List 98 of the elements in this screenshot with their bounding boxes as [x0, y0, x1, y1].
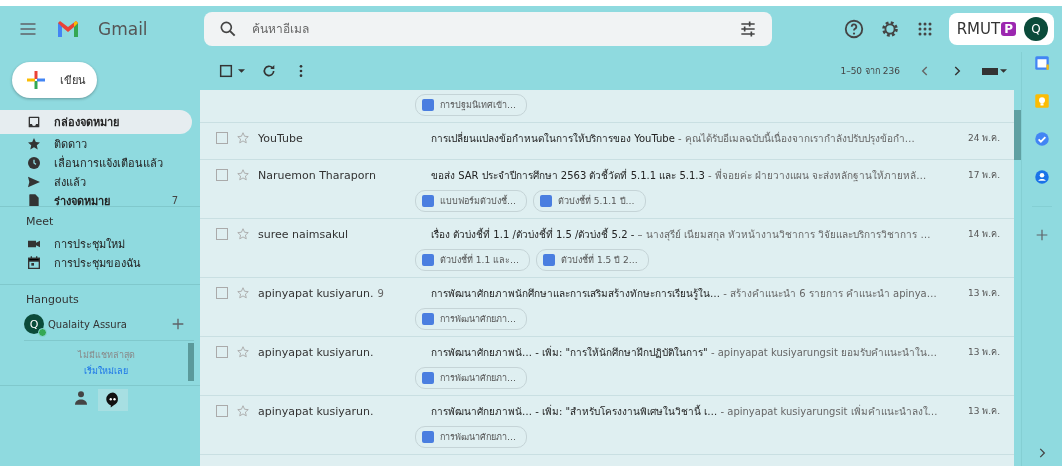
help-icon[interactable] [842, 18, 865, 40]
organization-logo: RMUT P [956, 20, 1016, 38]
attachment-chip[interactable]: ตัวบ่งชี้ที่ 5.1.1 ปี… [533, 190, 646, 212]
attachment-chip[interactable]: การปฐมนิเทศเข้า… [415, 94, 527, 116]
search-bar[interactable]: ค้นหาอีเมล [204, 12, 772, 46]
avatar[interactable]: Q [24, 314, 44, 334]
email-date: 13 พ.ค. [966, 346, 1001, 359]
row-checkbox[interactable] [216, 169, 228, 181]
email-date: 24 พ.ค. [966, 132, 1001, 145]
person-circle-icon[interactable] [1033, 168, 1051, 186]
word-document-icon [422, 431, 434, 443]
input-tools-button[interactable] [982, 67, 1007, 75]
calendar-icon [26, 254, 42, 271]
email-snippet: - apinyapat kusiyarungsit ยอมรับคำแนะนำใน… [709, 346, 937, 358]
email-subject: การเปลี่ยนแปลงข้อกำหนดในการให้บริการของ YouTube [431, 132, 675, 144]
app-name: Gmail [98, 19, 148, 39]
star-icon[interactable] [236, 131, 250, 145]
calendar-app-icon[interactable] [1033, 54, 1051, 72]
star-icon[interactable] [236, 404, 250, 418]
email-subject: การพัฒนาศักยภาพนั… - เพิ่ม: "สำหรับโครงงานพิเศษในวิชานี้ เ… [431, 405, 718, 417]
email-subject: การพัฒนาศักยภาพนักศึกษาและการเสริมสร้างทักษะการเรียนรู้ใน… [431, 287, 720, 299]
section-heading: Meet [25, 215, 55, 228]
attachment-chip[interactable]: แบบฟอร์มตัวบ่งชี้… [415, 190, 527, 212]
thread-count: 9 [377, 287, 384, 299]
search-icon [218, 19, 238, 39]
word-document-icon [543, 254, 556, 266]
row-checkbox[interactable] [216, 287, 228, 299]
lightbulb-note-icon[interactable] [1033, 92, 1051, 110]
nav-item[interactable]: ร่างจดหมาย 7 [0, 191, 192, 206]
document-icon [26, 192, 42, 206]
keyboard-icon [982, 67, 998, 75]
contact-name[interactable]: Qualaity Assura [48, 318, 127, 330]
caret-icon[interactable] [238, 69, 245, 73]
word-document-icon [422, 313, 434, 325]
section-heading: Hangouts [25, 293, 80, 306]
sender-name: YouTube [258, 131, 303, 145]
word-document-icon [540, 195, 552, 207]
unread-count: 7 [171, 195, 178, 206]
email-snippet: - คุณได้รับอีเมลฉบับนี้เนื่องจากเรากำลังปรับปรุงข้อกำ… [677, 132, 915, 144]
scrollbar-thumb [188, 343, 194, 381]
person-icon[interactable] [72, 389, 90, 407]
select-all-checkbox[interactable] [218, 63, 234, 79]
attachment-chip[interactable]: ตัวบ่งชี้ที่ 1.1 และ… [415, 249, 531, 271]
word-document-icon [422, 254, 434, 266]
word-document-icon [422, 195, 434, 207]
sender-name: suree naimsakul [258, 227, 349, 241]
star-icon[interactable] [236, 168, 250, 182]
inbox-icon [26, 114, 42, 130]
attachment-chip[interactable]: การพัฒนาศักยภา… [415, 426, 527, 448]
row-checkbox[interactable] [216, 228, 228, 240]
filter-sliders-icon[interactable] [738, 19, 758, 39]
email-subject: การพัฒนาศักยภาพนั… - เพิ่ม: "การให้นักศึกษาฝึกปฏิบัติในการ" [431, 346, 708, 358]
page-range: 1–50 จาก 236 [840, 65, 900, 78]
clock-icon [26, 154, 42, 171]
word-document-icon [422, 372, 434, 384]
row-checkbox[interactable] [216, 132, 228, 144]
avatar[interactable]: Q [1024, 17, 1048, 41]
sender-name: apinyapat kusiyarun. [258, 404, 374, 418]
compose-button[interactable]: เขียน [12, 62, 97, 98]
meet-item[interactable]: การประชุมใหม่ [0, 234, 200, 253]
nav-item[interactable]: เลื่อนการแจ้งเตือนแล้ว [0, 153, 192, 172]
email-subject: ขอส่ง SAR ประจำปีการศึกษา 2563 ตัวชี้วัดที่ 5.1.1 และ 5.1.3 [431, 169, 705, 181]
email-date: 13 พ.ค. [966, 405, 1001, 418]
chat-tab[interactable] [98, 389, 128, 411]
scrollbar-thumb [1014, 110, 1021, 160]
empty-message: ไม่มีแชทล่าสุด [77, 349, 135, 362]
nav-item[interactable]: ส่งแล้ว [0, 172, 192, 191]
star-icon[interactable] [236, 227, 250, 241]
nav-item[interactable]: กล่องจดหมาย [0, 110, 192, 134]
star-icon[interactable] [236, 345, 250, 359]
row-checkbox[interactable] [216, 346, 228, 358]
email-snippet: – นางสุรีย์ เนียมสกุล หัวหน้างานวิชาการ วิจัยและบริการวิชาการ … [636, 228, 931, 240]
sender-name: apinyapat kusiyarun. [258, 286, 374, 300]
sender-name: Naruemon Tharaporn [258, 168, 376, 182]
refresh-icon[interactable] [261, 63, 277, 79]
email-date: 14 พ.ค. [966, 228, 1001, 241]
row-checkbox[interactable] [216, 405, 228, 417]
email-subject: เรื่อง ตัวบ่งชี้ที่ 1.1 /ตัวบ่งชี้ที่ 1.5 /ตัวบ่งชี้ 5.2 - [431, 228, 635, 240]
nav-item[interactable]: ติดดาว [0, 134, 192, 153]
meet-item[interactable]: การประชุมของฉัน [0, 253, 200, 272]
add-icon[interactable] [1034, 227, 1050, 243]
checkmark-circle-icon[interactable] [1033, 130, 1051, 148]
plus-icon [24, 68, 48, 92]
account-card[interactable]: RMUT P Q [948, 13, 1054, 45]
sender-name: apinyapat kusiyarun. [258, 345, 374, 359]
email-snippet: - สร้างคำแนะนำ 6 รายการ คำแนะนำ apinya… [722, 287, 937, 299]
email-date: 13 พ.ค. [966, 287, 1001, 300]
email-date: 17 พ.ค. [966, 169, 1001, 182]
search-field[interactable]: ค้นหาอีเมล [250, 21, 726, 37]
star-icon[interactable] [236, 286, 250, 300]
caret-icon [1000, 69, 1007, 73]
attachment-chip[interactable]: การพัฒนาศักยภา… [415, 367, 527, 389]
email-snippet: - พี่จอยค่ะ ฝ่ายวางแผน จะส่งหลักฐานให้ภายหลั… [707, 169, 927, 181]
word-document-icon [422, 99, 434, 111]
email-snippet: - apinyapat kusiyarungsit เพิ่มคำแนะนำลงใ… [719, 405, 938, 417]
attachment-chip[interactable]: การพัฒนาศักยภา… [415, 308, 527, 330]
add-icon[interactable] [170, 316, 186, 332]
attachment-chip[interactable]: ตัวบ่งชี้ที่ 1.5 ปี 2… [536, 249, 649, 271]
